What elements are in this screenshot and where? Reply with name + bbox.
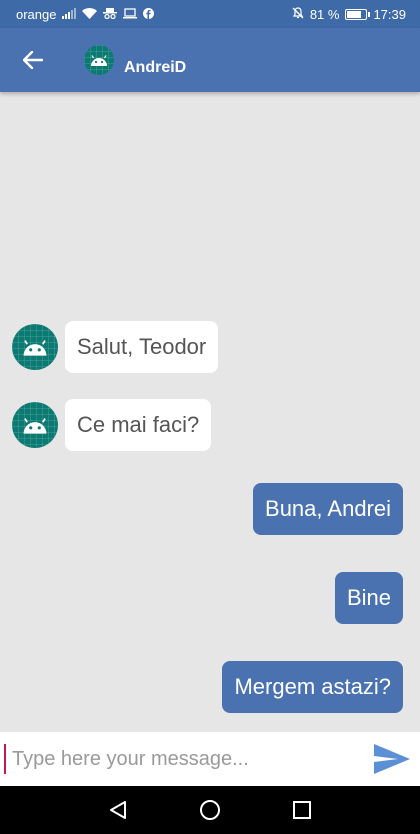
signal-icon bbox=[62, 7, 77, 21]
status-bar: orange 81 % 17:39 bbox=[0, 0, 420, 28]
mute-icon bbox=[292, 7, 304, 21]
nav-recents-button[interactable] bbox=[290, 798, 314, 822]
message-bubble[interactable]: Ce mai faci? bbox=[65, 399, 212, 451]
message-bubble[interactable]: Mergem astazi? bbox=[222, 661, 403, 713]
nav-back-icon bbox=[110, 801, 126, 819]
incognito-icon bbox=[103, 7, 118, 21]
arrow-back-icon bbox=[23, 51, 43, 69]
composer-bar bbox=[0, 732, 420, 786]
message-outgoing: Buna, Andrei bbox=[253, 483, 403, 535]
contact-name: AndreiD bbox=[124, 59, 187, 76]
nav-home-button[interactable] bbox=[198, 798, 222, 822]
sender-avatar bbox=[12, 402, 58, 448]
status-right: 81 % 17:39 bbox=[292, 7, 406, 22]
send-button[interactable] bbox=[364, 732, 420, 786]
system-nav-bar bbox=[0, 786, 420, 834]
message-input[interactable] bbox=[4, 744, 364, 774]
facebook-icon bbox=[143, 7, 155, 21]
message-outgoing: Bine bbox=[334, 572, 403, 624]
status-left: orange bbox=[16, 6, 155, 22]
message-bubble[interactable]: Bine bbox=[334, 572, 403, 624]
message-incoming: Ce mai faci? bbox=[12, 399, 212, 451]
back-button[interactable] bbox=[0, 28, 66, 92]
send-icon bbox=[374, 744, 410, 774]
nav-recents-icon bbox=[293, 801, 311, 819]
android-avatar-icon bbox=[23, 340, 47, 356]
carrier-label: orange bbox=[16, 6, 57, 22]
message-bubble[interactable]: Salut, Teodor bbox=[65, 321, 219, 373]
message-outgoing: Mergem astazi? bbox=[222, 661, 403, 713]
message-incoming: Salut, Teodor bbox=[12, 321, 219, 373]
message-list[interactable]: Salut, Teodor Ce mai faci? Buna, Andrei … bbox=[0, 92, 420, 732]
app-bar: AndreiD bbox=[0, 28, 420, 92]
android-avatar-icon bbox=[91, 55, 107, 66]
contact-avatar[interactable] bbox=[84, 45, 114, 75]
message-bubble[interactable]: Buna, Andrei bbox=[253, 483, 403, 535]
nav-back-button[interactable] bbox=[106, 798, 130, 822]
battery-percent: 81 % bbox=[309, 6, 340, 22]
battery-icon bbox=[345, 8, 371, 20]
android-avatar-icon bbox=[23, 418, 47, 434]
nav-home-icon bbox=[200, 800, 220, 820]
wifi-icon bbox=[82, 7, 98, 21]
laptop-icon bbox=[123, 7, 138, 21]
sender-avatar bbox=[12, 324, 58, 370]
clock: 17:39 bbox=[373, 6, 406, 22]
